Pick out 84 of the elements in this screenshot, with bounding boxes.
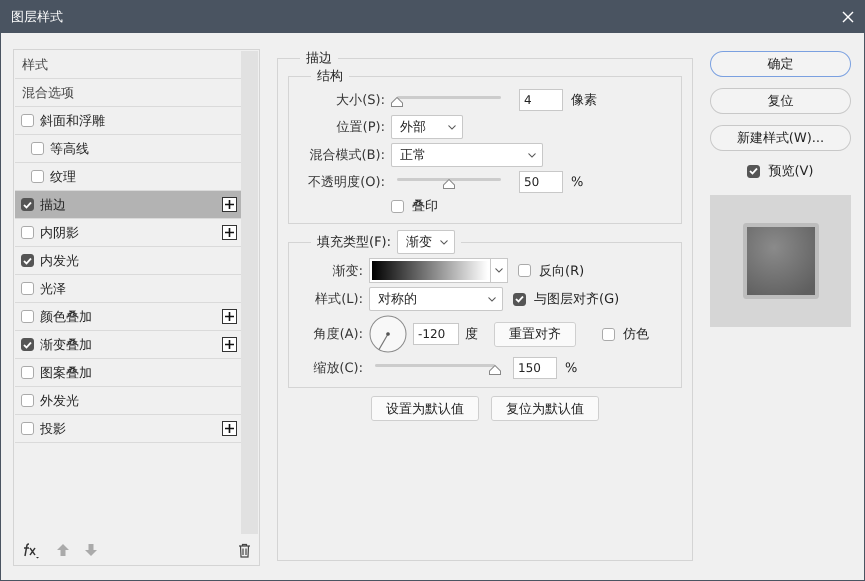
slider-thumb[interactable] bbox=[443, 178, 455, 188]
unit-label: 度 bbox=[465, 326, 478, 343]
group-title: 描边 bbox=[305, 50, 333, 67]
chevron-icon bbox=[495, 268, 503, 273]
field-label: 大小(S): bbox=[335, 92, 385, 109]
chevron-icon bbox=[448, 124, 456, 130]
add-icon[interactable] bbox=[222, 421, 237, 436]
slider-thumb[interactable] bbox=[391, 96, 403, 106]
checkbox[interactable] bbox=[31, 142, 44, 155]
field-label: 渐变: bbox=[332, 262, 363, 280]
scrollbar[interactable] bbox=[241, 51, 258, 534]
field-label: 角度(A): bbox=[312, 326, 363, 343]
add-icon[interactable] bbox=[222, 309, 237, 324]
slider-thumb[interactable] bbox=[489, 364, 501, 374]
dialog-button[interactable]: 确定 bbox=[710, 51, 851, 77]
checkbox[interactable] bbox=[21, 114, 34, 127]
style-list-item[interactable]: 内阴影 bbox=[15, 219, 241, 247]
dropdown[interactable]: 渐变 bbox=[397, 230, 456, 254]
default-button[interactable]: 复位为默认值 bbox=[491, 396, 599, 421]
style-list-item[interactable]: 描边 bbox=[15, 191, 241, 219]
checkbox[interactable] bbox=[21, 254, 34, 267]
add-icon[interactable] bbox=[222, 225, 237, 240]
trash-icon[interactable] bbox=[238, 542, 251, 558]
unit-label: % bbox=[565, 360, 578, 376]
add-icon[interactable] bbox=[222, 197, 237, 212]
field-label: 填充类型(F): bbox=[317, 234, 392, 251]
up-arrow-icon[interactable] bbox=[56, 543, 70, 557]
checkbox[interactable] bbox=[21, 394, 34, 407]
checkbox[interactable] bbox=[21, 310, 34, 323]
dropdown[interactable]: 正常 bbox=[391, 143, 543, 167]
checkbox[interactable] bbox=[518, 264, 531, 277]
checkbox[interactable] bbox=[21, 366, 34, 379]
input-field[interactable]: 50 bbox=[519, 171, 563, 193]
style-list-item[interactable]: 斜面和浮雕 bbox=[15, 107, 241, 135]
field-label: 位置(P): bbox=[336, 119, 385, 136]
checkbox[interactable] bbox=[31, 170, 44, 183]
style-list-item[interactable]: 渐变叠加 bbox=[15, 331, 241, 359]
checkbox-label: 叠印 bbox=[412, 198, 438, 215]
checkbox[interactable] bbox=[602, 328, 615, 340]
angle-dial[interactable] bbox=[369, 315, 407, 353]
checkbox[interactable] bbox=[21, 282, 34, 295]
unit-label: % bbox=[571, 174, 584, 190]
field-label: 样式(L): bbox=[314, 291, 363, 308]
checkbox[interactable] bbox=[21, 198, 34, 211]
input-field[interactable]: 150 bbox=[513, 357, 557, 379]
style-list-item[interactable]: 投影 bbox=[15, 415, 241, 443]
dialog-button[interactable]: 复位 bbox=[710, 88, 851, 114]
gradient-picker[interactable] bbox=[369, 258, 508, 283]
style-list-item[interactable]: 光泽 bbox=[15, 275, 241, 303]
dropdown[interactable]: 对称的 bbox=[369, 287, 503, 311]
reset-button[interactable]: 重置对齐 bbox=[494, 322, 576, 346]
input-field[interactable]: 4 bbox=[519, 89, 563, 111]
unit-label: 像素 bbox=[571, 92, 597, 109]
style-list-item[interactable]: 等高线 bbox=[15, 135, 241, 163]
field-label: 混合模式(B): bbox=[308, 147, 385, 164]
chevron-icon bbox=[440, 240, 448, 244]
add-icon[interactable] bbox=[222, 337, 237, 352]
checkbox-label: 预览(V) bbox=[768, 163, 814, 180]
checkbox[interactable] bbox=[391, 200, 404, 212]
checkbox[interactable] bbox=[21, 338, 34, 351]
window-title: 图层样式 bbox=[11, 9, 63, 26]
checkbox[interactable] bbox=[747, 164, 760, 178]
checkbox[interactable] bbox=[21, 226, 34, 239]
field-label: 缩放(C): bbox=[312, 360, 363, 377]
fx-icon[interactable] bbox=[22, 541, 42, 559]
checkbox[interactable] bbox=[21, 422, 34, 435]
chevron-icon bbox=[488, 296, 496, 302]
checkbox[interactable] bbox=[513, 292, 526, 306]
style-list-item[interactable]: 外发光 bbox=[15, 387, 241, 415]
default-button[interactable]: 设置为默认值 bbox=[371, 396, 479, 421]
group-title: 结构 bbox=[316, 68, 344, 85]
style-list-item[interactable]: 图案叠加 bbox=[15, 359, 241, 387]
input-field[interactable]: -120 bbox=[413, 323, 459, 345]
dropdown[interactable]: 外部 bbox=[391, 115, 463, 139]
dialog-button[interactable]: 新建样式(W)... bbox=[710, 125, 851, 151]
field-label: 不透明度(O): bbox=[307, 174, 385, 191]
style-list-item[interactable]: 颜色叠加 bbox=[15, 303, 241, 331]
down-arrow-icon[interactable] bbox=[84, 543, 98, 557]
style-list-item[interactable]: 内发光 bbox=[15, 247, 241, 275]
close-icon[interactable] bbox=[842, 11, 854, 23]
checkbox-label: 仿色 bbox=[623, 326, 649, 343]
checkbox-label: 与图层对齐(G) bbox=[534, 291, 620, 308]
chevron-icon bbox=[528, 152, 536, 158]
checkbox-label: 反向(R) bbox=[539, 262, 584, 280]
